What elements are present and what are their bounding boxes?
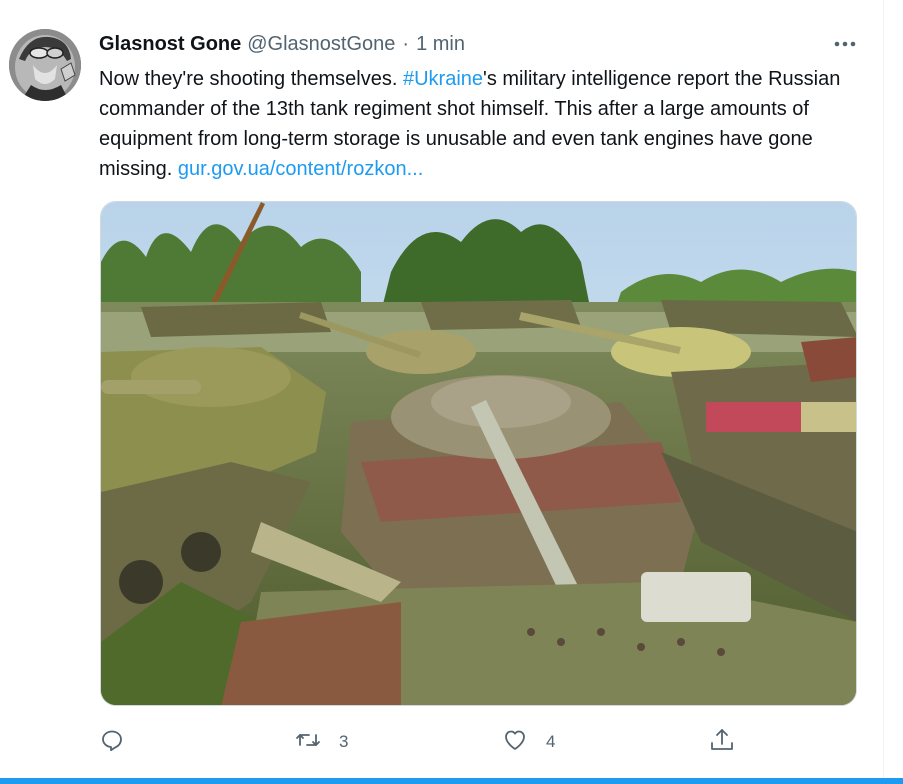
reply-icon — [100, 728, 124, 757]
separator-dot: · — [402, 32, 410, 55]
timestamp[interactable]: 1 min — [416, 33, 465, 56]
bottom-accent-bar — [0, 778, 903, 784]
like-count: 4 — [546, 732, 556, 751]
action-bar: 3 4 — [100, 728, 740, 756]
tank-yard-photo — [101, 202, 856, 705]
like-button[interactable]: 4 — [502, 728, 555, 756]
tweet-media-image[interactable] — [100, 201, 857, 706]
reply-button[interactable] — [100, 728, 124, 756]
avatar-image — [9, 29, 81, 101]
heart-icon — [502, 728, 528, 757]
share-icon — [709, 727, 735, 758]
tweet[interactable]: Glasnost Gone @GlasnostGone · 1 min Now … — [0, 0, 883, 778]
page: Glasnost Gone @GlasnostGone · 1 min Now … — [0, 0, 903, 784]
retweet-button[interactable]: 3 — [295, 728, 348, 756]
more-options-icon[interactable] — [830, 32, 860, 56]
tweet-header: Glasnost Gone @GlasnostGone · 1 min — [99, 31, 465, 57]
hashtag-link[interactable]: #Ukraine — [403, 68, 483, 90]
user-handle[interactable]: @GlasnostGone — [247, 33, 395, 56]
retweet-icon — [295, 728, 321, 757]
external-link[interactable]: gur.gov.ua/content/rozkon... — [178, 158, 423, 180]
share-button[interactable] — [709, 728, 735, 756]
tweet-text: Now they're shooting themselves. #Ukrain… — [99, 64, 869, 184]
retweet-count: 3 — [339, 732, 349, 751]
display-name[interactable]: Glasnost Gone — [99, 33, 241, 56]
avatar[interactable] — [9, 29, 81, 101]
tweet-text-intro: Now they're shooting themselves. — [99, 68, 403, 90]
column-divider — [883, 0, 884, 778]
